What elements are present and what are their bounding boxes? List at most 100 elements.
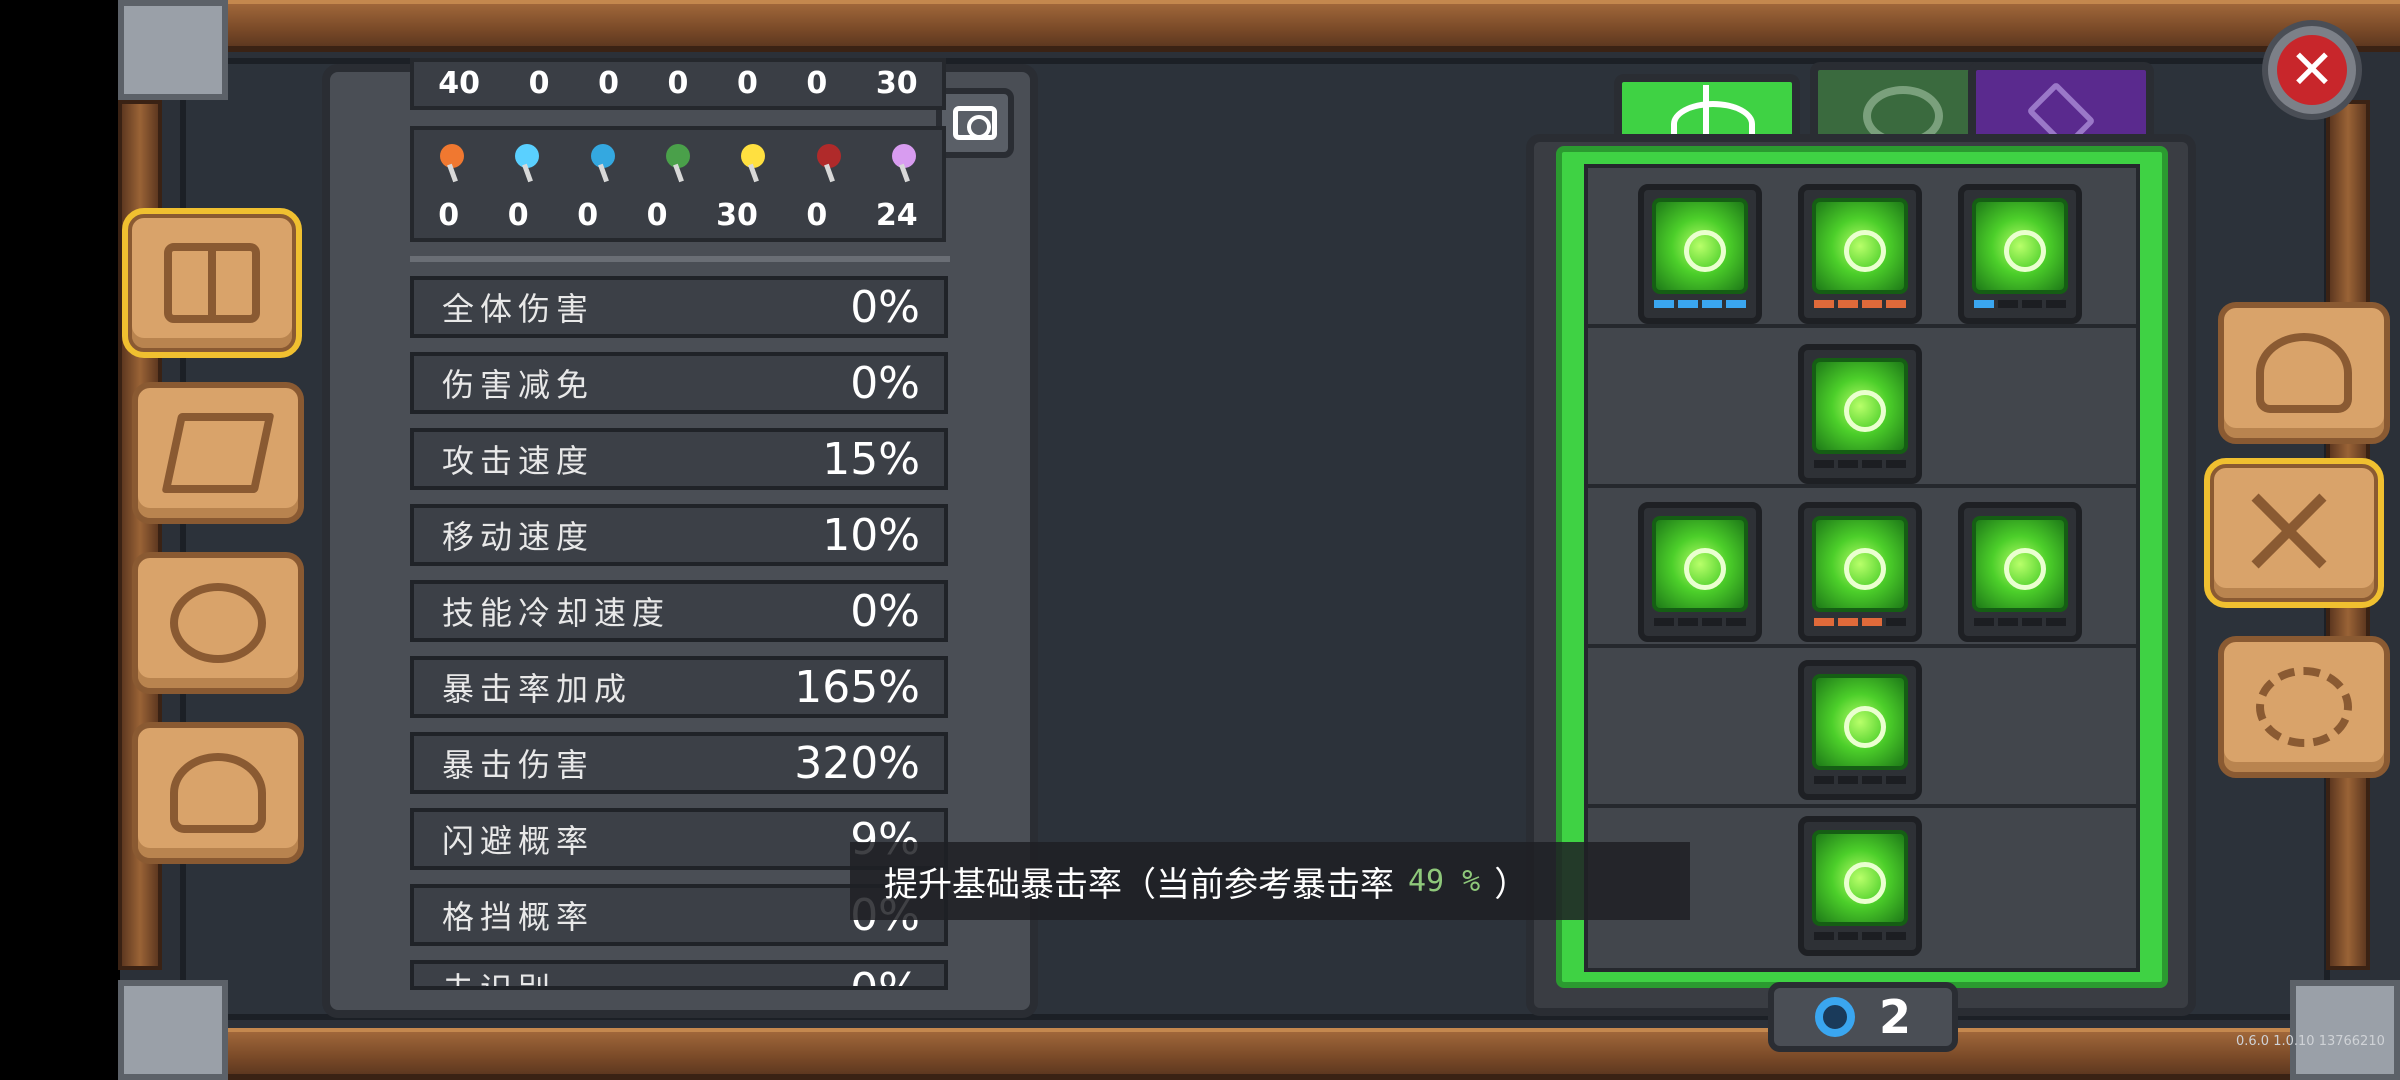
skill-node[interactable]: [1798, 816, 1922, 956]
skill-node[interactable]: [1798, 502, 1922, 642]
stat-row: 伤害减免 0%: [410, 352, 948, 414]
resource-value: 0: [646, 198, 668, 233]
skill-node[interactable]: [1958, 184, 2082, 324]
stat-value: 165%: [794, 661, 920, 713]
fire-shard-icon: [432, 142, 472, 182]
map-icon: [161, 413, 275, 493]
close-button[interactable]: ✕: [2262, 20, 2362, 120]
skill-points-counter: 2: [1768, 982, 1958, 1052]
stat-row: 未识别 0%: [410, 960, 948, 990]
level-pip: [1678, 618, 1698, 626]
resource-value-prev: 0: [736, 66, 758, 101]
level-pip: [1678, 300, 1698, 308]
skill-node[interactable]: [1638, 502, 1762, 642]
stat-value: 0%: [850, 357, 920, 409]
resource-value: 0: [438, 198, 460, 233]
tooltip-text: 提升基础暴击率（当前参考暴击率: [884, 864, 1394, 905]
level-pip: [1886, 460, 1906, 468]
stat-value: 15%: [822, 433, 920, 485]
ice-shard-icon: [507, 142, 547, 182]
level-pip: [1998, 618, 2018, 626]
level-pip: [2022, 300, 2042, 308]
level-pip: [1974, 618, 1994, 626]
stat-label: 移动速度: [442, 518, 595, 556]
level-pip: [1726, 300, 1746, 308]
level-pip: [1838, 932, 1858, 940]
stat-label: 格挡概率: [442, 898, 595, 936]
metal-corner: [118, 980, 228, 1080]
level-pip: [1814, 460, 1834, 468]
stat-row: 技能冷却速度 0%: [410, 580, 948, 642]
ultimate-skill-icon: [1812, 830, 1908, 926]
pet-button[interactable]: [132, 552, 304, 694]
character-button[interactable]: [2218, 302, 2390, 444]
stat-label: 未识别: [442, 970, 557, 990]
stat-value: 0%: [850, 964, 920, 990]
codex-button[interactable]: [122, 208, 302, 358]
storage-button[interactable]: [132, 722, 304, 864]
blood-shard-icon: [809, 142, 849, 182]
skill-level-pips: [1972, 618, 2068, 626]
level-pip: [2046, 300, 2066, 308]
skill-level-pips: [1652, 618, 1748, 626]
level-pip: [1838, 460, 1858, 468]
skill-level-pips: [1972, 300, 2068, 308]
shield-skill-icon: [1972, 516, 2068, 612]
resource-value: 24: [875, 198, 918, 233]
wood-beam-top: [120, 0, 2400, 52]
level-pip: [1862, 776, 1882, 784]
version-label: 0.6.0 1.0.10 13766210: [2236, 1034, 2385, 1049]
level-pip: [2022, 618, 2042, 626]
level-pip: [1838, 618, 1858, 626]
skill-level-pips: [1812, 932, 1908, 940]
map-button[interactable]: [132, 382, 304, 524]
arrow-rain-skill-icon: [1812, 358, 1908, 454]
arcane-shard-icon: [884, 142, 924, 182]
skill-level-pips: [1812, 460, 1908, 468]
resource-value: 0: [577, 198, 599, 233]
level-pip: [1654, 618, 1674, 626]
skill-points-value: 2: [1878, 990, 1911, 1044]
level-pip: [1862, 932, 1882, 940]
level-pip: [1886, 300, 1906, 308]
level-pip: [1814, 776, 1834, 784]
stat-label: 伤害减免: [442, 366, 595, 404]
skill-node[interactable]: [1798, 344, 1922, 484]
settings-button[interactable]: [2218, 636, 2390, 778]
resource-value: 0: [507, 198, 529, 233]
skill-node[interactable]: [1958, 502, 2082, 642]
skill-level-pips: [1812, 776, 1908, 784]
stat-row: 暴击伤害 320%: [410, 732, 948, 794]
skill-tooltip: 提升基础暴击率（当前参考暴击率 49 % ）: [850, 842, 1690, 920]
skills-button[interactable]: [2204, 458, 2384, 608]
screenshot-button[interactable]: [936, 88, 1014, 158]
resource-value-prev: 0: [598, 66, 619, 101]
metal-corner: [118, 0, 228, 100]
resource-value-prev: 0: [806, 66, 828, 101]
helmet-icon: [2256, 333, 2352, 413]
stat-label: 暴击率加成: [442, 670, 633, 708]
skill-node[interactable]: [1798, 184, 1922, 324]
metal-corner: [2290, 980, 2400, 1080]
light-shard-icon: [733, 142, 773, 182]
bow-shot-skill-icon: [1812, 198, 1908, 294]
level-pip: [1862, 618, 1882, 626]
skill-point-icon: [1814, 997, 1855, 1037]
level-pip: [1814, 618, 1834, 626]
stat-label: 攻击速度: [442, 442, 595, 480]
skill-node[interactable]: [1638, 184, 1762, 324]
tooltip-value: 49 %: [1408, 863, 1481, 899]
stat-row: 移动速度 10%: [410, 504, 948, 566]
swift-arrow-skill-icon: [1812, 674, 1908, 770]
stat-value: 10%: [822, 509, 920, 561]
stat-label: 技能冷却速度: [442, 594, 671, 632]
stat-label: 全体伤害: [442, 290, 595, 328]
stat-row: 全体伤害 0%: [410, 276, 948, 338]
wood-beam-bottom: [120, 1028, 2400, 1080]
resource-value-prev: 30: [875, 66, 918, 101]
level-pip: [1702, 300, 1722, 308]
stat-value: 0%: [850, 585, 920, 637]
skill-node[interactable]: [1798, 660, 1922, 800]
level-pip: [1726, 618, 1746, 626]
water-shard-icon: [583, 142, 623, 182]
